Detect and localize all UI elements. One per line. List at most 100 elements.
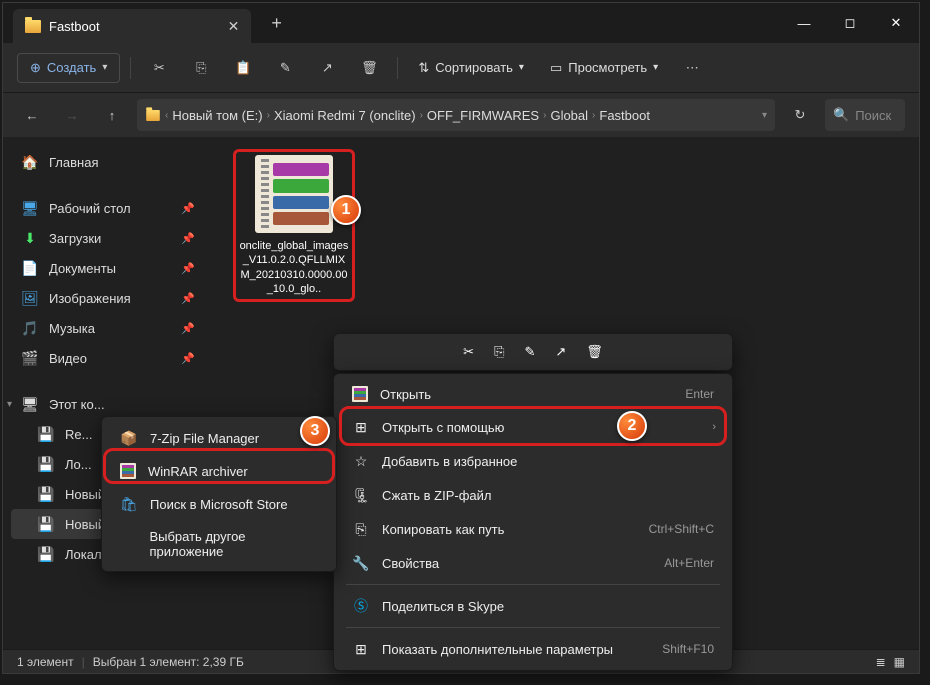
- download-icon: ⬇: [21, 229, 39, 247]
- sort-button[interactable]: ⇅ Сортировать ▾: [408, 54, 534, 82]
- more-icon: ⊞: [352, 640, 370, 658]
- ctx-other-app[interactable]: Выбрать другое приложение: [106, 521, 332, 567]
- share-icon[interactable]: ↗: [555, 344, 566, 360]
- sort-icon: ⇅: [418, 60, 429, 76]
- plus-icon: ⊕: [30, 60, 41, 76]
- zip-icon: 🗜: [352, 486, 370, 504]
- status-count: 1 элемент: [17, 655, 74, 669]
- share-icon[interactable]: ↗: [309, 52, 345, 84]
- ctx-zip[interactable]: 🗜 Сжать в ZIP-файл: [338, 478, 728, 512]
- star-icon: ☆: [352, 452, 370, 470]
- ctx-7zip[interactable]: 📦 7-Zip File Manager: [106, 421, 332, 455]
- crumb-4[interactable]: Fastboot: [599, 108, 650, 123]
- pictures-icon: 🖼: [21, 289, 39, 307]
- open-with-icon: ⊞: [352, 418, 370, 436]
- crumb-drive[interactable]: Новый том (E:): [172, 108, 262, 123]
- sidebar-downloads[interactable]: ⬇Загрузки📌: [11, 223, 205, 253]
- drive-icon: 💾: [37, 425, 55, 443]
- breadcrumb-bar[interactable]: ‹ Новый том (E:) › Xiaomi Redmi 7 (oncli…: [137, 99, 775, 131]
- cut-icon[interactable]: ✂: [141, 52, 177, 84]
- folder-icon: [25, 20, 41, 33]
- pin-icon: 📌: [181, 322, 195, 335]
- create-label: Создать: [47, 60, 96, 75]
- document-icon: 📄: [21, 259, 39, 277]
- ctx-store[interactable]: 🛍 Поиск в Microsoft Store: [106, 487, 332, 521]
- sidebar-this-pc[interactable]: ▾🖥Этот ко...: [11, 389, 205, 419]
- view-grid-icon[interactable]: ▦: [894, 655, 905, 669]
- search-input[interactable]: 🔍 Поиск: [825, 99, 905, 131]
- ctx-winrar[interactable]: WinRAR archiver: [106, 455, 332, 487]
- search-icon: 🔍: [833, 107, 849, 123]
- skype-icon: Ⓢ: [352, 597, 370, 615]
- crumb-3[interactable]: Global: [550, 108, 588, 123]
- chevron-down-icon: ▾: [102, 62, 107, 73]
- rar-icon: [352, 386, 368, 402]
- context-menu: Открыть Enter ⊞ Открыть с помощью › ☆ До…: [333, 373, 733, 671]
- sidebar-music[interactable]: 🎵Музыка📌: [11, 313, 205, 343]
- ctx-open-with[interactable]: ⊞ Открыть с помощью ›: [338, 410, 728, 444]
- sidebar-documents[interactable]: 📄Документы📌: [11, 253, 205, 283]
- drive-icon: 💾: [37, 485, 55, 503]
- up-button[interactable]: ↑: [97, 100, 127, 130]
- sidebar-video[interactable]: 🎬Видео📌: [11, 343, 205, 373]
- home-icon: 🏠: [21, 153, 39, 171]
- ctx-properties[interactable]: 🔧 Свойства Alt+Enter: [338, 546, 728, 580]
- rename-icon[interactable]: ✎: [524, 344, 535, 360]
- file-archive[interactable]: onclite_global_images_V11.0.2.0.QFLLMIXM…: [239, 155, 349, 296]
- search-placeholder: Поиск: [855, 108, 891, 123]
- music-icon: 🎵: [21, 319, 39, 337]
- chevron-down-icon: ▾: [519, 62, 524, 73]
- maximize-button[interactable]: ◻: [827, 3, 873, 43]
- pin-icon: 📌: [181, 292, 195, 305]
- sidebar-desktop[interactable]: 🖥Рабочий стол📌: [11, 193, 205, 223]
- crumb-2[interactable]: OFF_FIRMWARES: [427, 108, 539, 123]
- titlebar: Fastboot ✕ + ― ◻ ✕: [3, 3, 919, 43]
- chevron-down-icon[interactable]: ▾: [7, 399, 12, 410]
- ctx-more[interactable]: ⊞ Показать дополнительные параметры Shif…: [338, 632, 728, 666]
- annotation-badge-1: 1: [331, 195, 361, 225]
- view-label: Просмотреть: [568, 60, 647, 75]
- crumb-1[interactable]: Xiaomi Redmi 7 (onclite): [274, 108, 416, 123]
- ctx-skype[interactable]: Ⓢ Поделиться в Skype: [338, 589, 728, 623]
- folder-icon: [146, 109, 160, 120]
- cut-icon[interactable]: ✂: [463, 344, 474, 360]
- chevron-down-icon[interactable]: ▾: [762, 110, 767, 121]
- paste-icon[interactable]: 📋: [225, 52, 261, 84]
- view-details-icon[interactable]: ≣: [876, 655, 886, 669]
- minimize-button[interactable]: ―: [781, 3, 827, 43]
- store-icon: 🛍: [120, 495, 138, 513]
- properties-icon: 🔧: [352, 554, 370, 572]
- sidebar-home[interactable]: 🏠Главная: [11, 147, 205, 177]
- ctx-copy-path[interactable]: ⎘ Копировать как путь Ctrl+Shift+C: [338, 512, 728, 546]
- desktop-icon: 🖥: [21, 199, 39, 217]
- drive-icon: 💾: [37, 515, 55, 533]
- rename-icon[interactable]: ✎: [267, 52, 303, 84]
- delete-icon[interactable]: 🗑: [351, 52, 387, 84]
- refresh-button[interactable]: ↻: [785, 100, 815, 130]
- pin-icon: 📌: [181, 352, 195, 365]
- rar-icon: [255, 155, 333, 233]
- ctx-favorite[interactable]: ☆ Добавить в избранное: [338, 444, 728, 478]
- pin-icon: 📌: [181, 232, 195, 245]
- more-icon[interactable]: ⋯: [674, 52, 710, 84]
- copy-path-icon: ⎘: [352, 520, 370, 538]
- view-button[interactable]: ▭ Просмотреть ▾: [540, 54, 668, 82]
- delete-icon[interactable]: 🗑: [586, 344, 603, 360]
- ctx-open[interactable]: Открыть Enter: [338, 378, 728, 410]
- close-button[interactable]: ✕: [873, 3, 919, 43]
- forward-button[interactable]: →: [57, 100, 87, 130]
- pin-icon: 📌: [181, 202, 195, 215]
- tab-fastboot[interactable]: Fastboot ✕: [13, 9, 251, 43]
- back-button[interactable]: ←: [17, 100, 47, 130]
- sidebar-pictures[interactable]: 🖼Изображения📌: [11, 283, 205, 313]
- annotation-badge-3: 3: [300, 416, 330, 446]
- copy-icon[interactable]: ⎘: [183, 52, 219, 84]
- 7zip-icon: 📦: [120, 429, 138, 447]
- address-bar-row: ← → ↑ ‹ Новый том (E:) › Xiaomi Redmi 7 …: [3, 93, 919, 137]
- close-tab-icon[interactable]: ✕: [228, 18, 240, 35]
- new-tab-button[interactable]: +: [271, 13, 282, 34]
- create-button[interactable]: ⊕ Создать ▾: [17, 53, 120, 83]
- copy-icon[interactable]: ⎘: [494, 344, 504, 360]
- sidebar: 🏠Главная 🖥Рабочий стол📌 ⬇Загрузки📌 📄Доку…: [3, 137, 213, 673]
- tab-label: Fastboot: [49, 19, 100, 34]
